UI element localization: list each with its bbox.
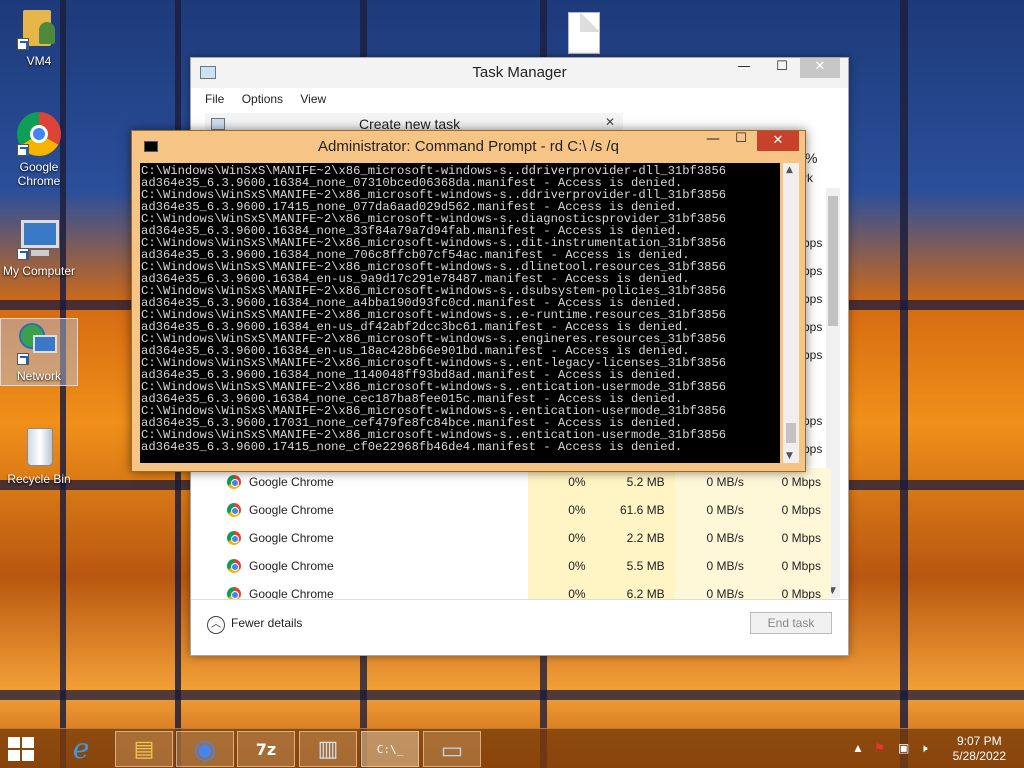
minimize-button[interactable]: — xyxy=(730,58,758,78)
clock-time: 9:07 PM xyxy=(956,734,1002,748)
disk-cell: 0 MB/s xyxy=(674,524,754,552)
maximize-button[interactable]: ☐ xyxy=(768,58,796,78)
chevron-up-icon: ︿ xyxy=(207,616,225,634)
process-name: Google Chrome xyxy=(249,503,334,517)
network-tray-icon[interactable]: ▣ xyxy=(898,741,909,755)
command-prompt-titlebar[interactable]: Administrator: Command Prompt - rd C:\ /… xyxy=(132,131,805,159)
menu-view[interactable]: View xyxy=(300,92,326,106)
network-cell: 0 Mbps xyxy=(753,468,831,496)
cpu-cell: 0% xyxy=(528,524,596,552)
desktop-icon-my-computer[interactable]: My Computer xyxy=(0,216,78,278)
internet-explorer-icon[interactable]: e xyxy=(52,731,110,767)
task-manager-titlebar[interactable]: Task Manager — ☐ ✕ xyxy=(191,58,848,88)
chevron-up-icon[interactable]: ▲ xyxy=(852,741,864,755)
folder-user-icon xyxy=(17,6,61,50)
process-list: Google Chrome 0% 5.2 MB 0 MB/s 0 Mbps Go… xyxy=(199,468,831,608)
desktop-icon-vm4[interactable]: VM4 xyxy=(0,6,78,68)
task-manager-icon[interactable]: ▥ xyxy=(299,731,357,767)
clock-date: 5/28/2022 xyxy=(952,749,1006,763)
process-name: Google Chrome xyxy=(249,531,334,545)
minimize-button[interactable]: — xyxy=(701,131,725,151)
7zip-icon[interactable]: 7z xyxy=(237,731,295,767)
desktop-icon-label: Network xyxy=(16,369,61,383)
console-scrollbar[interactable]: ▲ ▼ xyxy=(783,163,799,463)
table-row[interactable]: Google Chrome 0% 5.2 MB 0 MB/s 0 Mbps xyxy=(199,468,831,496)
network-cell: 0 Mbps xyxy=(753,496,831,524)
disk-cell: 0 MB/s xyxy=(674,496,754,524)
close-button[interactable]: ✕ xyxy=(800,58,840,78)
table-row[interactable]: Google Chrome 0% 61.6 MB 0 MB/s 0 Mbps xyxy=(199,496,831,524)
window-icon[interactable]: ▭ xyxy=(423,731,481,767)
process-name: Google Chrome xyxy=(249,559,334,573)
table-row[interactable]: Google Chrome 0% 5.5 MB 0 MB/s 0 Mbps xyxy=(199,552,831,580)
memory-cell: 5.2 MB xyxy=(595,468,675,496)
task-manager-footer: ︿ Fewer details End task xyxy=(191,599,848,655)
clock[interactable]: 9:07 PM 5/28/2022 xyxy=(953,734,1006,764)
volume-muted-icon[interactable]: 🕨 xyxy=(920,741,928,756)
recycle-bin-icon xyxy=(17,424,61,468)
desktop-icon-label: VM4 xyxy=(26,54,52,68)
console-line: ad364e35_6.3.9600.17415_none_cf0e22968fb… xyxy=(141,440,683,454)
start-button[interactable] xyxy=(8,737,38,763)
menu-file[interactable]: File xyxy=(205,92,224,106)
scroll-up-icon[interactable]: ▲ xyxy=(786,165,793,175)
system-tray: ▲ ⚑ ▣ 🕨 9:07 PM 5/28/2022 xyxy=(824,729,1024,768)
disk-cell: 0 MB/s xyxy=(674,468,754,496)
console-output[interactable]: C:\Windows\WinSxS\MANIFE~2\x86_microsoft… xyxy=(140,163,780,463)
desktop-icon-label: My Computer xyxy=(2,264,76,278)
cpu-cell: 0% xyxy=(528,552,596,580)
computer-icon xyxy=(17,216,61,260)
chrome-icon xyxy=(227,475,241,489)
taskbar: e ▤ ◉ 7z ▥ C:\_ ▭ ▲ ⚑ ▣ 🕨 9:07 PM 5/28/2… xyxy=(0,728,1024,768)
maximize-button[interactable]: ☐ xyxy=(729,131,753,151)
memory-cell: 5.5 MB xyxy=(595,552,675,580)
memory-cell: 61.6 MB xyxy=(595,496,675,524)
chrome-icon[interactable]: ◉ xyxy=(176,731,234,767)
column-header-partial: % xyxy=(805,150,818,166)
cpu-cell: 0% xyxy=(528,468,596,496)
file-explorer-icon[interactable]: ▤ xyxy=(115,731,173,767)
desktop-icon-google-chrome[interactable]: Google Chrome xyxy=(0,112,78,188)
chrome-icon xyxy=(17,112,61,156)
fewer-details-label: Fewer details xyxy=(231,616,303,630)
chrome-icon xyxy=(227,531,241,545)
memory-cell: 2.2 MB xyxy=(595,524,675,552)
action-center-icon[interactable]: ⚑ xyxy=(874,741,885,755)
process-name: Google Chrome xyxy=(249,475,334,489)
dialog-icon xyxy=(211,118,225,130)
scrollbar-thumb[interactable] xyxy=(828,196,838,326)
table-row[interactable]: Google Chrome 0% 2.2 MB 0 MB/s 0 Mbps xyxy=(199,524,831,552)
disk-cell: 0 MB/s xyxy=(674,552,754,580)
wallpaper-band xyxy=(0,690,1024,700)
desktop-icon-recycle-bin[interactable]: Recycle Bin xyxy=(0,424,78,486)
close-button[interactable]: ✕ xyxy=(757,131,799,151)
chrome-icon xyxy=(227,559,241,573)
fewer-details-button[interactable]: ︿ Fewer details xyxy=(207,616,302,634)
scroll-down-icon[interactable]: ▼ xyxy=(786,451,793,461)
dialog-close-icon[interactable]: ✕ xyxy=(605,115,615,129)
desktop-file-icon[interactable] xyxy=(568,12,600,54)
scrollbar-thumb[interactable] xyxy=(786,423,796,443)
network-cell: 0 Mbps xyxy=(753,524,831,552)
menu-bar: File Options View xyxy=(191,88,848,110)
network-cell: 0 Mbps xyxy=(753,552,831,580)
command-prompt-icon[interactable]: C:\_ xyxy=(361,731,419,767)
desktop-icon-label: Recycle Bin xyxy=(7,472,71,486)
network-icon xyxy=(17,321,61,365)
cpu-cell: 0% xyxy=(528,496,596,524)
menu-options[interactable]: Options xyxy=(242,92,283,106)
desktop-icon-label: Google Chrome xyxy=(17,160,61,188)
end-task-button[interactable]: End task xyxy=(750,612,832,634)
chrome-icon xyxy=(227,503,241,517)
command-prompt-window[interactable]: Administrator: Command Prompt - rd C:\ /… xyxy=(131,130,806,472)
desktop-icon-network[interactable]: Network xyxy=(0,318,78,386)
